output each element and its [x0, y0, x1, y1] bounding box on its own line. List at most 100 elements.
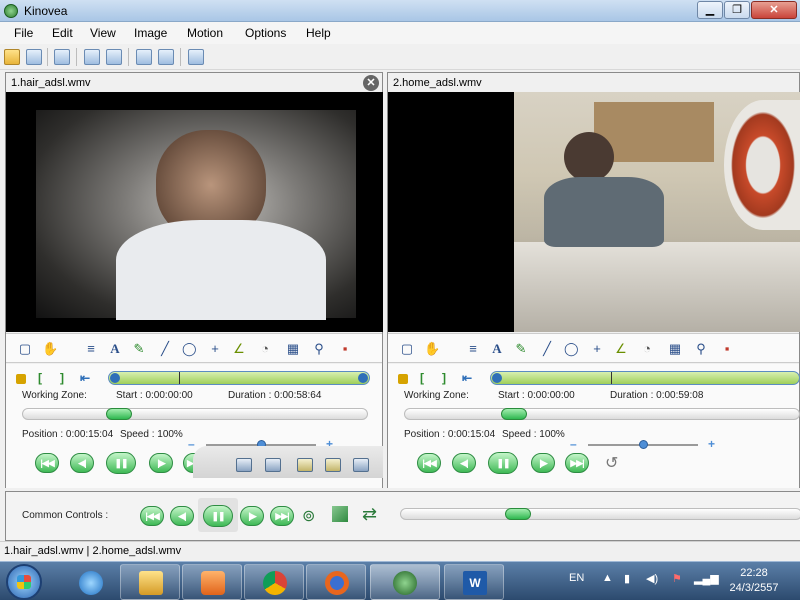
menu-image[interactable]: Image: [134, 26, 167, 40]
menu-motion[interactable]: Motion: [187, 26, 223, 40]
line-tool-icon[interactable]: ╱: [158, 342, 172, 356]
single-screen-icon[interactable]: [84, 49, 100, 65]
set-end-icon[interactable]: ]: [442, 371, 446, 385]
reset-zone-icon[interactable]: ⇤: [80, 371, 90, 385]
hand-tool-icon[interactable]: ✋: [42, 342, 58, 356]
action-center-icon[interactable]: ⚑: [672, 572, 682, 585]
first-frame-button[interactable]: |◀◀: [35, 453, 59, 473]
system-clock[interactable]: 22:28 24/3/2557: [724, 566, 784, 596]
common-position-knob[interactable]: [505, 508, 531, 520]
save-icon[interactable]: [26, 49, 42, 65]
circle-tool-icon[interactable]: ◯: [564, 342, 579, 356]
lock-icon[interactable]: [16, 374, 26, 384]
magnifier-icon[interactable]: ⚲: [312, 342, 326, 356]
cross-marker-icon[interactable]: +: [208, 342, 222, 356]
common-previous-frame-button[interactable]: ◀|: [170, 506, 194, 526]
sync-icon[interactable]: ⊚: [302, 506, 315, 526]
add-keyframe-icon[interactable]: ▢: [400, 342, 414, 356]
close-screen-icon[interactable]: ✕: [363, 75, 379, 91]
taskbar-ie[interactable]: [60, 564, 120, 600]
swap-icon[interactable]: ⇄: [362, 504, 377, 525]
save-video-icon[interactable]: [297, 458, 313, 472]
minimize-button[interactable]: ▁: [697, 1, 723, 19]
capture-screen-icon[interactable]: [136, 49, 152, 65]
common-next-frame-button[interactable]: |▶: [240, 506, 264, 526]
grid-tool-icon[interactable]: ▦: [668, 342, 682, 356]
set-start-icon[interactable]: [: [38, 371, 42, 385]
video-frame[interactable]: [6, 92, 383, 332]
position-knob[interactable]: [501, 408, 527, 420]
export-icon[interactable]: [353, 458, 369, 472]
play-pause-button[interactable]: ❚❚: [106, 452, 136, 474]
menu-help[interactable]: Help: [306, 26, 331, 40]
cross-marker-icon[interactable]: +: [590, 342, 604, 356]
menu-file[interactable]: File: [14, 26, 33, 40]
taskbar-media-player[interactable]: [182, 564, 242, 600]
previous-frame-button[interactable]: ◀|: [452, 453, 476, 473]
battery-icon[interactable]: ▮: [624, 572, 630, 585]
position-track[interactable]: [22, 408, 368, 420]
pencil-tool-icon[interactable]: ✎: [514, 342, 528, 356]
previous-frame-button[interactable]: ◀|: [70, 453, 94, 473]
chrono-tool-icon[interactable]: ◔: [640, 342, 654, 356]
add-keyframe-icon[interactable]: ▢: [18, 342, 32, 356]
hand-tool-icon[interactable]: ✋: [424, 342, 440, 356]
angle-tool-icon[interactable]: ∠: [232, 342, 246, 356]
explorer-panel-icon[interactable]: [54, 49, 70, 65]
common-position-track[interactable]: [400, 508, 800, 520]
start-button[interactable]: [6, 564, 42, 600]
dual-screen-icon[interactable]: [106, 49, 122, 65]
multi-snapshot-icon[interactable]: [265, 458, 281, 472]
speed-increase-icon[interactable]: +: [708, 437, 715, 451]
working-zone-bar[interactable]: [490, 371, 800, 385]
common-play-pause-button[interactable]: ❚❚: [203, 505, 233, 527]
text-tool-icon[interactable]: A: [490, 342, 504, 356]
color-profile-icon[interactable]: ▪: [720, 342, 734, 356]
taskbar-chrome[interactable]: [244, 564, 304, 600]
reset-zone-icon[interactable]: ⇤: [462, 371, 472, 385]
maximize-button[interactable]: ❐: [724, 1, 750, 19]
color-profile-icon[interactable]: ▪: [338, 342, 352, 356]
menu-view[interactable]: View: [90, 26, 116, 40]
magnifier-icon[interactable]: ⚲: [694, 342, 708, 356]
lock-icon[interactable]: [398, 374, 408, 384]
video-frame[interactable]: [388, 92, 800, 332]
grid-tool-icon[interactable]: ▦: [286, 342, 300, 356]
loop-icon[interactable]: ↺: [605, 453, 618, 473]
next-frame-button[interactable]: |▶: [149, 453, 173, 473]
common-first-frame-button[interactable]: |◀◀: [140, 506, 164, 526]
speed-slider-knob[interactable]: [639, 440, 648, 449]
taskbar-word[interactable]: W: [444, 564, 504, 600]
last-frame-button[interactable]: ▶▶|: [565, 453, 589, 473]
snapshot-icon[interactable]: [236, 458, 252, 472]
circle-tool-icon[interactable]: ◯: [182, 342, 197, 356]
text-tool-icon[interactable]: A: [108, 342, 122, 356]
position-track[interactable]: [404, 408, 800, 420]
save-diaporama-icon[interactable]: [325, 458, 341, 472]
network-icon[interactable]: ▂▄▆: [694, 572, 719, 585]
merge-icon[interactable]: [332, 506, 348, 522]
swap-screens-icon[interactable]: [188, 49, 204, 65]
comment-tool-icon[interactable]: ≡: [466, 342, 480, 356]
next-frame-button[interactable]: |▶: [531, 453, 555, 473]
position-knob[interactable]: [106, 408, 132, 420]
zone-start-handle[interactable]: [110, 373, 120, 383]
working-zone-bar[interactable]: [108, 371, 370, 385]
taskbar-firefox[interactable]: [306, 564, 366, 600]
pencil-tool-icon[interactable]: ✎: [132, 342, 146, 356]
show-hidden-icons-icon[interactable]: ▲: [602, 572, 613, 584]
chrono-tool-icon[interactable]: ◔: [258, 342, 272, 356]
play-pause-button[interactable]: ❚❚: [488, 452, 518, 474]
taskbar-kinovea[interactable]: [370, 564, 440, 600]
angle-tool-icon[interactable]: ∠: [614, 342, 628, 356]
speed-decrease-icon[interactable]: –: [188, 437, 195, 451]
comment-tool-icon[interactable]: ≡: [84, 342, 98, 356]
taskbar-explorer[interactable]: [120, 564, 180, 600]
open-folder-icon[interactable]: [4, 49, 20, 65]
menu-options[interactable]: Options: [245, 26, 286, 40]
set-start-icon[interactable]: [: [420, 371, 424, 385]
zone-end-handle[interactable]: [358, 373, 368, 383]
speed-decrease-icon[interactable]: –: [570, 437, 577, 451]
first-frame-button[interactable]: |◀◀: [417, 453, 441, 473]
dual-capture-icon[interactable]: [158, 49, 174, 65]
